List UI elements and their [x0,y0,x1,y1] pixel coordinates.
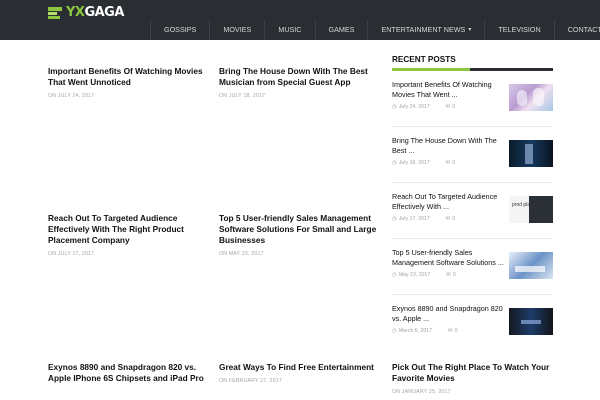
recent-post-title-link[interactable]: Exynos 8890 and Snapdragon 820 vs. Apple… [392,304,504,324]
post-card: Reach Out To Targeted Audience Effective… [48,213,216,257]
recent-post-item: Reach Out To Targeted Audience Effective… [392,192,553,239]
post-title-link[interactable]: Important Benefits Of Watching Movies Th… [48,66,216,88]
post-card: Important Benefits Of Watching Movies Th… [48,66,216,99]
recent-post-thumbnail[interactable] [509,84,553,111]
comment-icon: ✉ [445,104,451,110]
post-card: Pick Out The Right Place To Watch Your F… [392,362,560,395]
comment-icon: ✉ [446,272,451,278]
recent-post-title-link[interactable]: Reach Out To Targeted Audience Effective… [392,192,504,212]
post-date: ON JULY 18, 2017 [219,93,266,99]
post-date: ON MAY 23, 2017 [219,251,264,257]
post-title-link[interactable]: Exynos 8890 and Snapdragon 820 vs. Apple… [48,362,216,384]
nav-item-entertainment-news[interactable]: ENTERTAINMENT NEWS ▾ [367,20,484,40]
recent-post-thumbnail[interactable]: prod placem [509,196,553,223]
recent-post-item: Exynos 8890 and Snapdragon 820 vs. Apple… [392,304,553,351]
recent-post-thumbnail[interactable] [509,308,553,335]
post-title-link[interactable]: Reach Out To Targeted Audience Effective… [48,213,216,246]
recent-post-title-link[interactable]: Top 5 User-friendly Sales Management Sof… [392,248,504,268]
recent-post-title-link[interactable]: Important Benefits Of Watching Movies Th… [392,80,504,100]
clock-icon: ◷ [392,272,397,278]
nav-item-gossips[interactable]: GOSSIPS [150,20,209,40]
main-nav: GOSSIPS MOVIES MUSIC GAMES ENTERTAINMENT… [150,20,600,40]
post-title-link[interactable]: Top 5 User-friendly Sales Management Sof… [219,213,387,246]
post-card: Top 5 User-friendly Sales Management Sof… [219,213,387,257]
clock-icon: ◷ [392,216,397,222]
post-title-link[interactable]: Great Ways To Find Free Entertainment [219,362,387,373]
post-date: ON JANUARY 25, 2017 [392,389,451,395]
recent-posts-heading: RECENT POSTS [392,55,553,71]
site-logo[interactable]: YXGAGA [48,5,124,20]
nav-item-games[interactable]: GAMES [314,20,368,40]
post-title-link[interactable]: Pick Out The Right Place To Watch Your F… [392,362,560,384]
recent-posts-widget: RECENT POSTS Important Benefits Of Watch… [392,55,553,351]
post-date: ON JULY 17, 2017 [48,251,95,257]
comment-icon: ✉ [445,216,451,222]
logo-text: YXGAGA [66,5,124,20]
comment-icon: ✉ [447,328,453,334]
nav-item-movies[interactable]: MOVIES [209,20,264,40]
comment-icon: ✉ [445,160,451,166]
recent-post-item: Top 5 User-friendly Sales Management Sof… [392,248,553,295]
nav-item-music[interactable]: MUSIC [264,20,314,40]
top-navigation-bar: YXGAGA GOSSIPS MOVIES MUSIC GAMES ENTERT… [0,0,600,40]
nav-item-contact[interactable]: CONTACT [553,20,600,40]
thumbnail-caption: prod placem [512,202,540,208]
recent-post-thumbnail[interactable] [509,140,553,167]
chevron-down-icon: ▾ [468,27,472,33]
clock-icon: ◷ [392,104,397,110]
post-date: ON FEBRUARY 27, 2017 [219,378,282,384]
post-card: Bring The House Down With The Best Music… [219,66,387,99]
clock-icon: ◷ [392,328,397,334]
post-card: Great Ways To Find Free Entertainment ON… [219,362,387,384]
recent-post-item: Important Benefits Of Watching Movies Th… [392,80,553,127]
logo-icon [48,6,62,19]
post-card: Exynos 8890 and Snapdragon 820 vs. Apple… [48,362,216,384]
nav-item-television[interactable]: TELEVISION [484,20,553,40]
recent-post-title-link[interactable]: Bring The House Down With The Best ... [392,136,504,156]
clock-icon: ◷ [392,160,397,166]
recent-post-thumbnail[interactable] [509,252,553,279]
post-title-link[interactable]: Bring The House Down With The Best Music… [219,66,387,88]
post-date: ON JULY 24, 2017 [48,93,95,99]
recent-post-item: Bring The House Down With The Best ... ◷… [392,136,553,183]
